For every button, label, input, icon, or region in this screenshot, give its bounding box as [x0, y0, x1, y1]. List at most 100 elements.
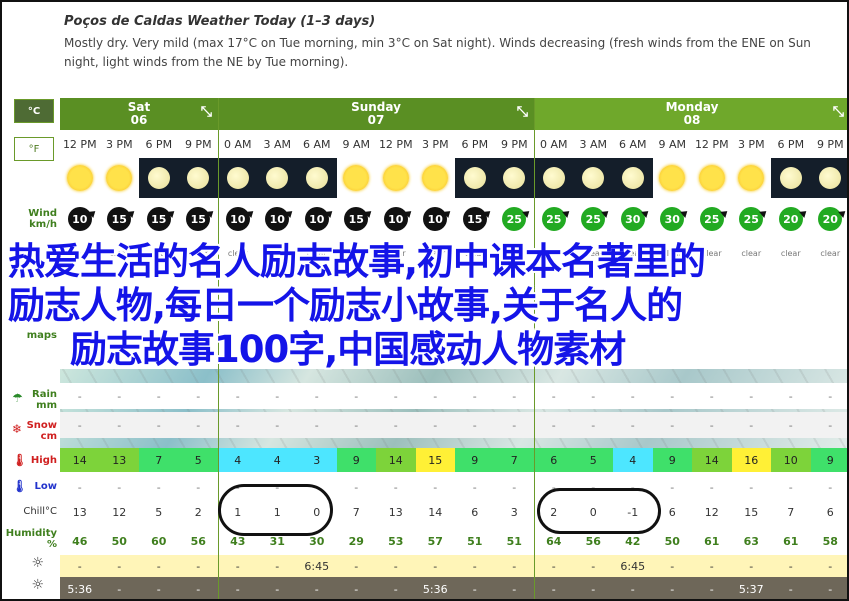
wind-cell: 25 [692, 202, 732, 236]
humidity-cell: 61 [692, 528, 732, 554]
rain-cell: - [99, 383, 139, 409]
rain-cell: - [415, 383, 455, 409]
sky_icons-cell [455, 158, 495, 198]
high-cell: 10 [771, 448, 811, 472]
humidity-cell: 46 [60, 528, 100, 554]
humidity-cell: 51 [494, 528, 534, 554]
low-cell: - [415, 475, 455, 499]
wind-cell: 25 [494, 202, 534, 236]
sky_icons-cell [376, 158, 416, 198]
wind-cell: 20 [810, 202, 847, 236]
day-header-monday[interactable]: Monday 08 ⤡ [534, 98, 847, 130]
wind-arrow-icon: 15 [146, 207, 171, 231]
wind-arrow-icon: 30 [660, 207, 685, 231]
sunset-cell: - [652, 577, 692, 599]
rain-icon: ☂ [12, 391, 23, 405]
day-header-sunday[interactable]: Sunday 07 ⤡ [218, 98, 534, 130]
sunset-cell: - [99, 577, 139, 599]
chill-highlight-circle [537, 488, 661, 534]
sunset-cell: - [573, 577, 613, 599]
low-label: 🌡 Low [12, 479, 57, 493]
wind-cell: 10 [218, 202, 258, 236]
overlay-line: 励志人物,每日一个励志小故事,关于名人的 [8, 284, 683, 327]
sunset-cell: 5:36 [60, 577, 100, 599]
wind-arrow-icon: 15 [107, 207, 132, 231]
chill-cell: 6 [810, 500, 847, 525]
overlay-line: 热爱生活的名人励志故事,初中课本名著里的 [8, 240, 706, 283]
sky_icons-cell [534, 158, 574, 198]
high-cell: 3 [297, 448, 337, 472]
expand-icon[interactable]: ⤡ [833, 105, 844, 119]
times-cell: 9 PM [816, 137, 844, 151]
fahrenheit-button[interactable]: °F [14, 137, 54, 161]
low-cell: - [810, 475, 847, 499]
snow-cell: - [652, 412, 692, 438]
thermometer-hot-icon: 🌡 [12, 453, 28, 467]
rain-cell: - [218, 383, 258, 409]
wind-arrow-icon: 10 [67, 207, 92, 231]
sky_icons-cell [613, 158, 653, 198]
day-header-sat[interactable]: Sat 06 ⤡ [60, 98, 218, 130]
sky_icons-cell [652, 158, 692, 198]
chill-cell: 13 [376, 500, 416, 525]
humidity-cell: 53 [376, 528, 416, 554]
snow-cell: - [415, 412, 455, 438]
moon-icon [305, 167, 328, 189]
chill-cell: 6 [455, 500, 495, 525]
humidity-cell: 56 [178, 528, 218, 554]
wind-arrow-icon: 10 [265, 207, 290, 231]
high-cell: 13 [99, 448, 139, 472]
snow-cell: - [455, 412, 495, 438]
wind-row: 10 15 15 15 10 10 10 15 10 10 15 25 25 25 30 30 25 25 20 20 [60, 202, 847, 236]
humidity-cell: 63 [731, 528, 771, 554]
sun-icon [343, 165, 370, 191]
times-cell: 6 PM [461, 137, 489, 151]
snow-cell: - [810, 412, 847, 438]
sky_icons-cell [494, 158, 534, 198]
low-cell: - [731, 475, 771, 499]
low-cell: - [336, 475, 376, 499]
wind-arrow-icon: 25 [739, 207, 764, 231]
wind-cell: 10 [376, 202, 416, 236]
high-cell: 4 [257, 448, 297, 472]
sunrise-cell: - [494, 555, 534, 577]
wind-arrow-icon: 25 [581, 207, 606, 231]
chill-cell: 2 [178, 500, 218, 525]
chill-cell: 14 [415, 500, 455, 525]
high-cell: 16 [731, 448, 771, 472]
high-cell: 4 [218, 448, 258, 472]
sunrise-cell: - [534, 555, 574, 577]
expand-icon[interactable]: ⤡ [517, 105, 528, 119]
rain-cell: - [534, 383, 574, 409]
chill-cell: 13 [60, 500, 100, 525]
snow-cell: - [494, 412, 534, 438]
times-cell: 6 PM [145, 137, 173, 151]
times-cell: 9 PM [184, 137, 212, 151]
sunrise-cell: - [336, 555, 376, 577]
sunset-cell: - [534, 577, 574, 599]
low-cell: - [652, 475, 692, 499]
moon-icon [819, 167, 842, 189]
expand-icon[interactable]: ⤡ [201, 105, 212, 119]
rain-row: -------------------- [60, 383, 847, 409]
snow-cell: - [178, 412, 218, 438]
sun-icon [382, 165, 409, 191]
times-cell: 9 AM [342, 137, 370, 151]
sun-icon [698, 165, 725, 191]
times-cell: 3 PM [105, 137, 133, 151]
rain-cell: - [771, 383, 811, 409]
sun-icon [659, 165, 686, 191]
high-cell: 9 [810, 448, 847, 472]
overlay-line: 励志故事100字,中国感动人物素材 [70, 328, 626, 371]
celsius-button[interactable]: °C [14, 99, 54, 123]
sunrise-cell: - [810, 555, 847, 577]
low-cell: - [455, 475, 495, 499]
rain-cell: - [376, 383, 416, 409]
sunset-cell: 5:36 [415, 577, 455, 599]
sunrise-cell: - [178, 555, 218, 577]
sky_icons-cell [415, 158, 455, 198]
wind-cell: 10 [415, 202, 455, 236]
snow-cell: - [218, 412, 258, 438]
moon-icon [582, 167, 605, 189]
times-cell: 12 PM [378, 137, 413, 151]
